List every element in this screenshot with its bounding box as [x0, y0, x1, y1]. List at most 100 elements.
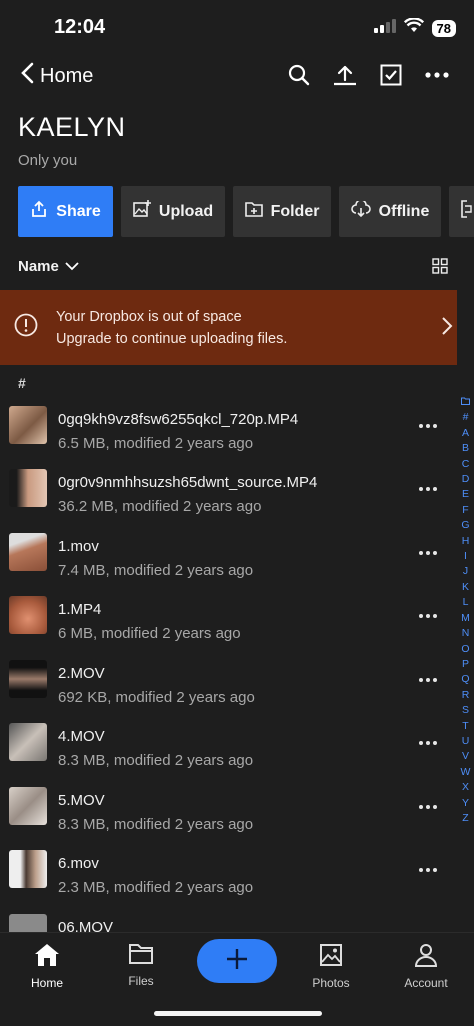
more-options-icon[interactable] [424, 62, 450, 88]
video-thumbnail [9, 406, 47, 444]
video-thumbnail [9, 660, 47, 698]
index-letter[interactable]: Y [462, 796, 469, 811]
index-letter[interactable]: H [462, 534, 470, 549]
top-actions [286, 62, 450, 88]
tab-photos[interactable]: Photos [291, 943, 371, 990]
section-header: # [18, 375, 26, 391]
index-letter[interactable]: X [462, 780, 469, 795]
more-icon[interactable] [415, 737, 441, 749]
upload-icon[interactable] [332, 62, 358, 88]
file-row[interactable]: 1.MP4 6 MB, modified 2 years ago [0, 588, 454, 651]
file-row[interactable]: 2.MOV 692 KB, modified 2 years ago [0, 652, 454, 715]
video-thumbnail [9, 723, 47, 761]
file-meta: 8.3 MB, modified 2 years ago [58, 816, 254, 833]
index-letter[interactable]: F [462, 503, 468, 518]
index-letter[interactable]: O [461, 642, 469, 657]
index-letter[interactable]: M [461, 611, 470, 626]
video-thumbnail [9, 533, 47, 571]
status-icons: 78 [373, 17, 456, 38]
index-letter[interactable]: A [462, 426, 469, 441]
file-meta: 8.3 MB, modified 2 years ago [58, 752, 254, 769]
upload-button[interactable]: Upload [121, 186, 225, 237]
file-row[interactable]: 0gq9kh9vz8fsw6255qkcl_720p.MP4 6.5 MB, m… [0, 398, 454, 461]
tab-files-label: Files [128, 974, 154, 988]
back-button[interactable]: Home [20, 62, 93, 90]
index-letter[interactable]: D [462, 472, 470, 487]
file-row[interactable]: 6.mov 2.3 MB, modified 2 years ago [0, 842, 454, 905]
index-letter[interactable]: C [462, 457, 470, 472]
index-letter[interactable]: V [462, 749, 469, 764]
file-row[interactable]: 5.MOV 8.3 MB, modified 2 years ago [0, 779, 454, 842]
index-letter[interactable]: K [462, 580, 469, 595]
index-letter[interactable]: Z [462, 811, 468, 826]
file-row[interactable]: 06.MOV [0, 906, 454, 932]
index-letter[interactable]: T [462, 719, 468, 734]
index-letter[interactable]: I [464, 549, 467, 564]
file-name: 06.MOV [58, 919, 114, 932]
index-letter[interactable]: Q [461, 672, 469, 687]
video-thumbnail [9, 596, 47, 634]
file-row[interactable]: 0gr0v9nmhhsuzsh65dwnt_source.MP4 36.2 MB… [0, 461, 454, 524]
index-letter[interactable]: # [463, 410, 469, 425]
share-button[interactable]: Share [18, 186, 113, 237]
more-icon[interactable] [415, 610, 441, 622]
bottom-tab-bar: Home Files Photos Account [0, 932, 474, 1026]
video-thumbnail [9, 914, 47, 932]
sort-dropdown[interactable]: Name [18, 258, 79, 275]
banner-text: Your Dropbox is out of space Upgrade to … [56, 306, 287, 350]
folder-button[interactable]: Folder [233, 186, 331, 237]
folder-icon [128, 943, 154, 968]
share-icon [30, 200, 48, 223]
signal-icon [373, 18, 396, 38]
scan-button[interactable] [449, 186, 474, 237]
photo-icon [319, 943, 343, 970]
file-meta: 6 MB, modified 2 years ago [58, 625, 241, 642]
tab-files[interactable]: Files [101, 943, 181, 988]
index-letter[interactable]: E [462, 487, 469, 502]
search-icon[interactable] [286, 62, 312, 88]
index-letter[interactable]: P [462, 657, 469, 672]
index-letter[interactable]: S [462, 703, 469, 718]
file-name: 0gr0v9nmhhsuzsh65dwnt_source.MP4 [58, 474, 318, 491]
more-icon[interactable] [415, 801, 441, 813]
file-row[interactable]: 1.mov 7.4 MB, modified 2 years ago [0, 525, 454, 588]
folder-index-icon[interactable] [461, 395, 470, 410]
create-button[interactable] [197, 939, 277, 983]
file-row[interactable]: 4.MOV 8.3 MB, modified 2 years ago [0, 715, 454, 778]
index-letter[interactable]: J [463, 564, 468, 579]
video-thumbnail [9, 850, 47, 888]
video-thumbnail [9, 787, 47, 825]
file-name: 2.MOV [58, 665, 105, 682]
home-icon [34, 943, 60, 970]
offline-button[interactable]: Offline [339, 186, 441, 237]
wifi-icon [403, 17, 424, 38]
more-icon[interactable] [415, 547, 441, 559]
video-thumbnail [9, 469, 47, 507]
index-letter[interactable]: R [462, 688, 470, 703]
more-icon[interactable] [415, 674, 441, 686]
home-indicator [154, 1011, 322, 1016]
file-name: 5.MOV [58, 792, 105, 809]
grid-view-icon[interactable] [432, 258, 448, 279]
tab-home[interactable]: Home [7, 943, 87, 990]
chevron-down-icon [65, 258, 79, 275]
index-letter[interactable]: L [463, 595, 469, 610]
index-letter[interactable]: W [461, 765, 471, 780]
action-buttons: Share Upload Folder Offline [18, 186, 474, 237]
file-meta: 2.3 MB, modified 2 years ago [58, 879, 254, 896]
select-checkbox-icon[interactable] [378, 62, 404, 88]
index-letter[interactable]: G [461, 518, 469, 533]
more-icon[interactable] [415, 420, 441, 432]
tab-account[interactable]: Account [386, 943, 466, 990]
share-label: Share [56, 202, 101, 220]
sort-label: Name [18, 258, 59, 275]
folder-title: KAELYN [18, 112, 126, 142]
file-name: 1.MP4 [58, 601, 102, 618]
out-of-space-banner[interactable]: Your Dropbox is out of space Upgrade to … [0, 290, 457, 365]
index-letter[interactable]: N [462, 626, 470, 641]
more-icon[interactable] [415, 864, 441, 876]
more-icon[interactable] [415, 483, 441, 495]
index-letter[interactable]: U [462, 734, 470, 749]
index-letter[interactable]: B [462, 441, 469, 456]
chevron-left-icon [20, 62, 34, 90]
